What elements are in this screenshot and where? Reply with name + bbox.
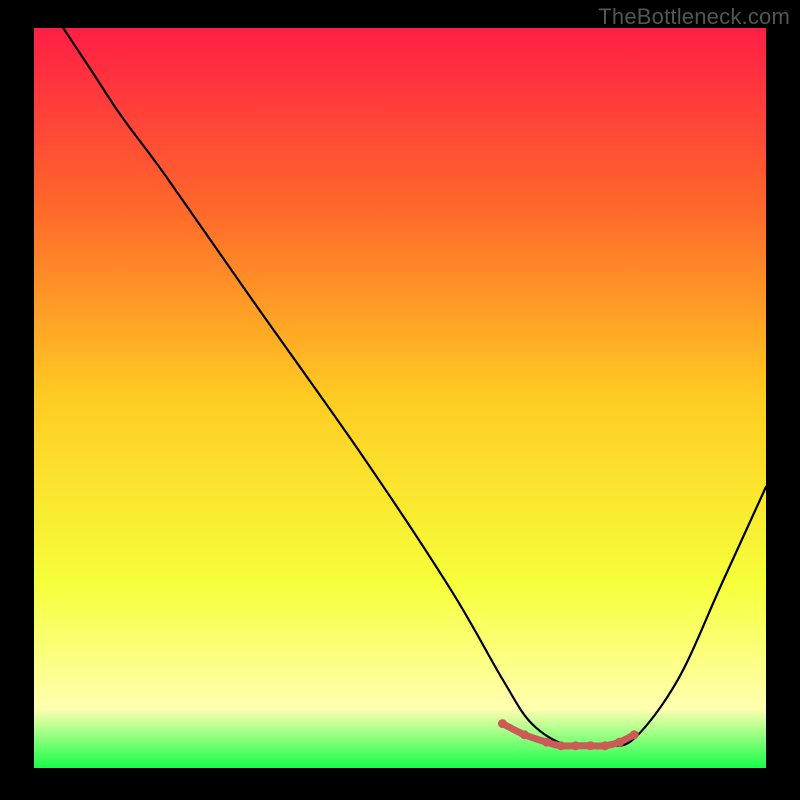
watermark-text: TheBottleneck.com <box>598 4 790 30</box>
optimal-range-dot <box>498 719 507 728</box>
chart-frame: TheBottleneck.com <box>0 0 800 800</box>
optimal-range-dot <box>600 741 609 750</box>
optimal-range-dot <box>630 730 639 739</box>
optimal-range-dot <box>557 741 566 750</box>
plot-background <box>34 28 766 768</box>
optimal-range-dot <box>571 741 580 750</box>
optimal-range-dot <box>586 741 595 750</box>
optimal-range-dot <box>615 738 624 747</box>
bottleneck-chart <box>0 0 800 800</box>
optimal-range-dot <box>520 730 529 739</box>
optimal-range-dot <box>542 738 551 747</box>
